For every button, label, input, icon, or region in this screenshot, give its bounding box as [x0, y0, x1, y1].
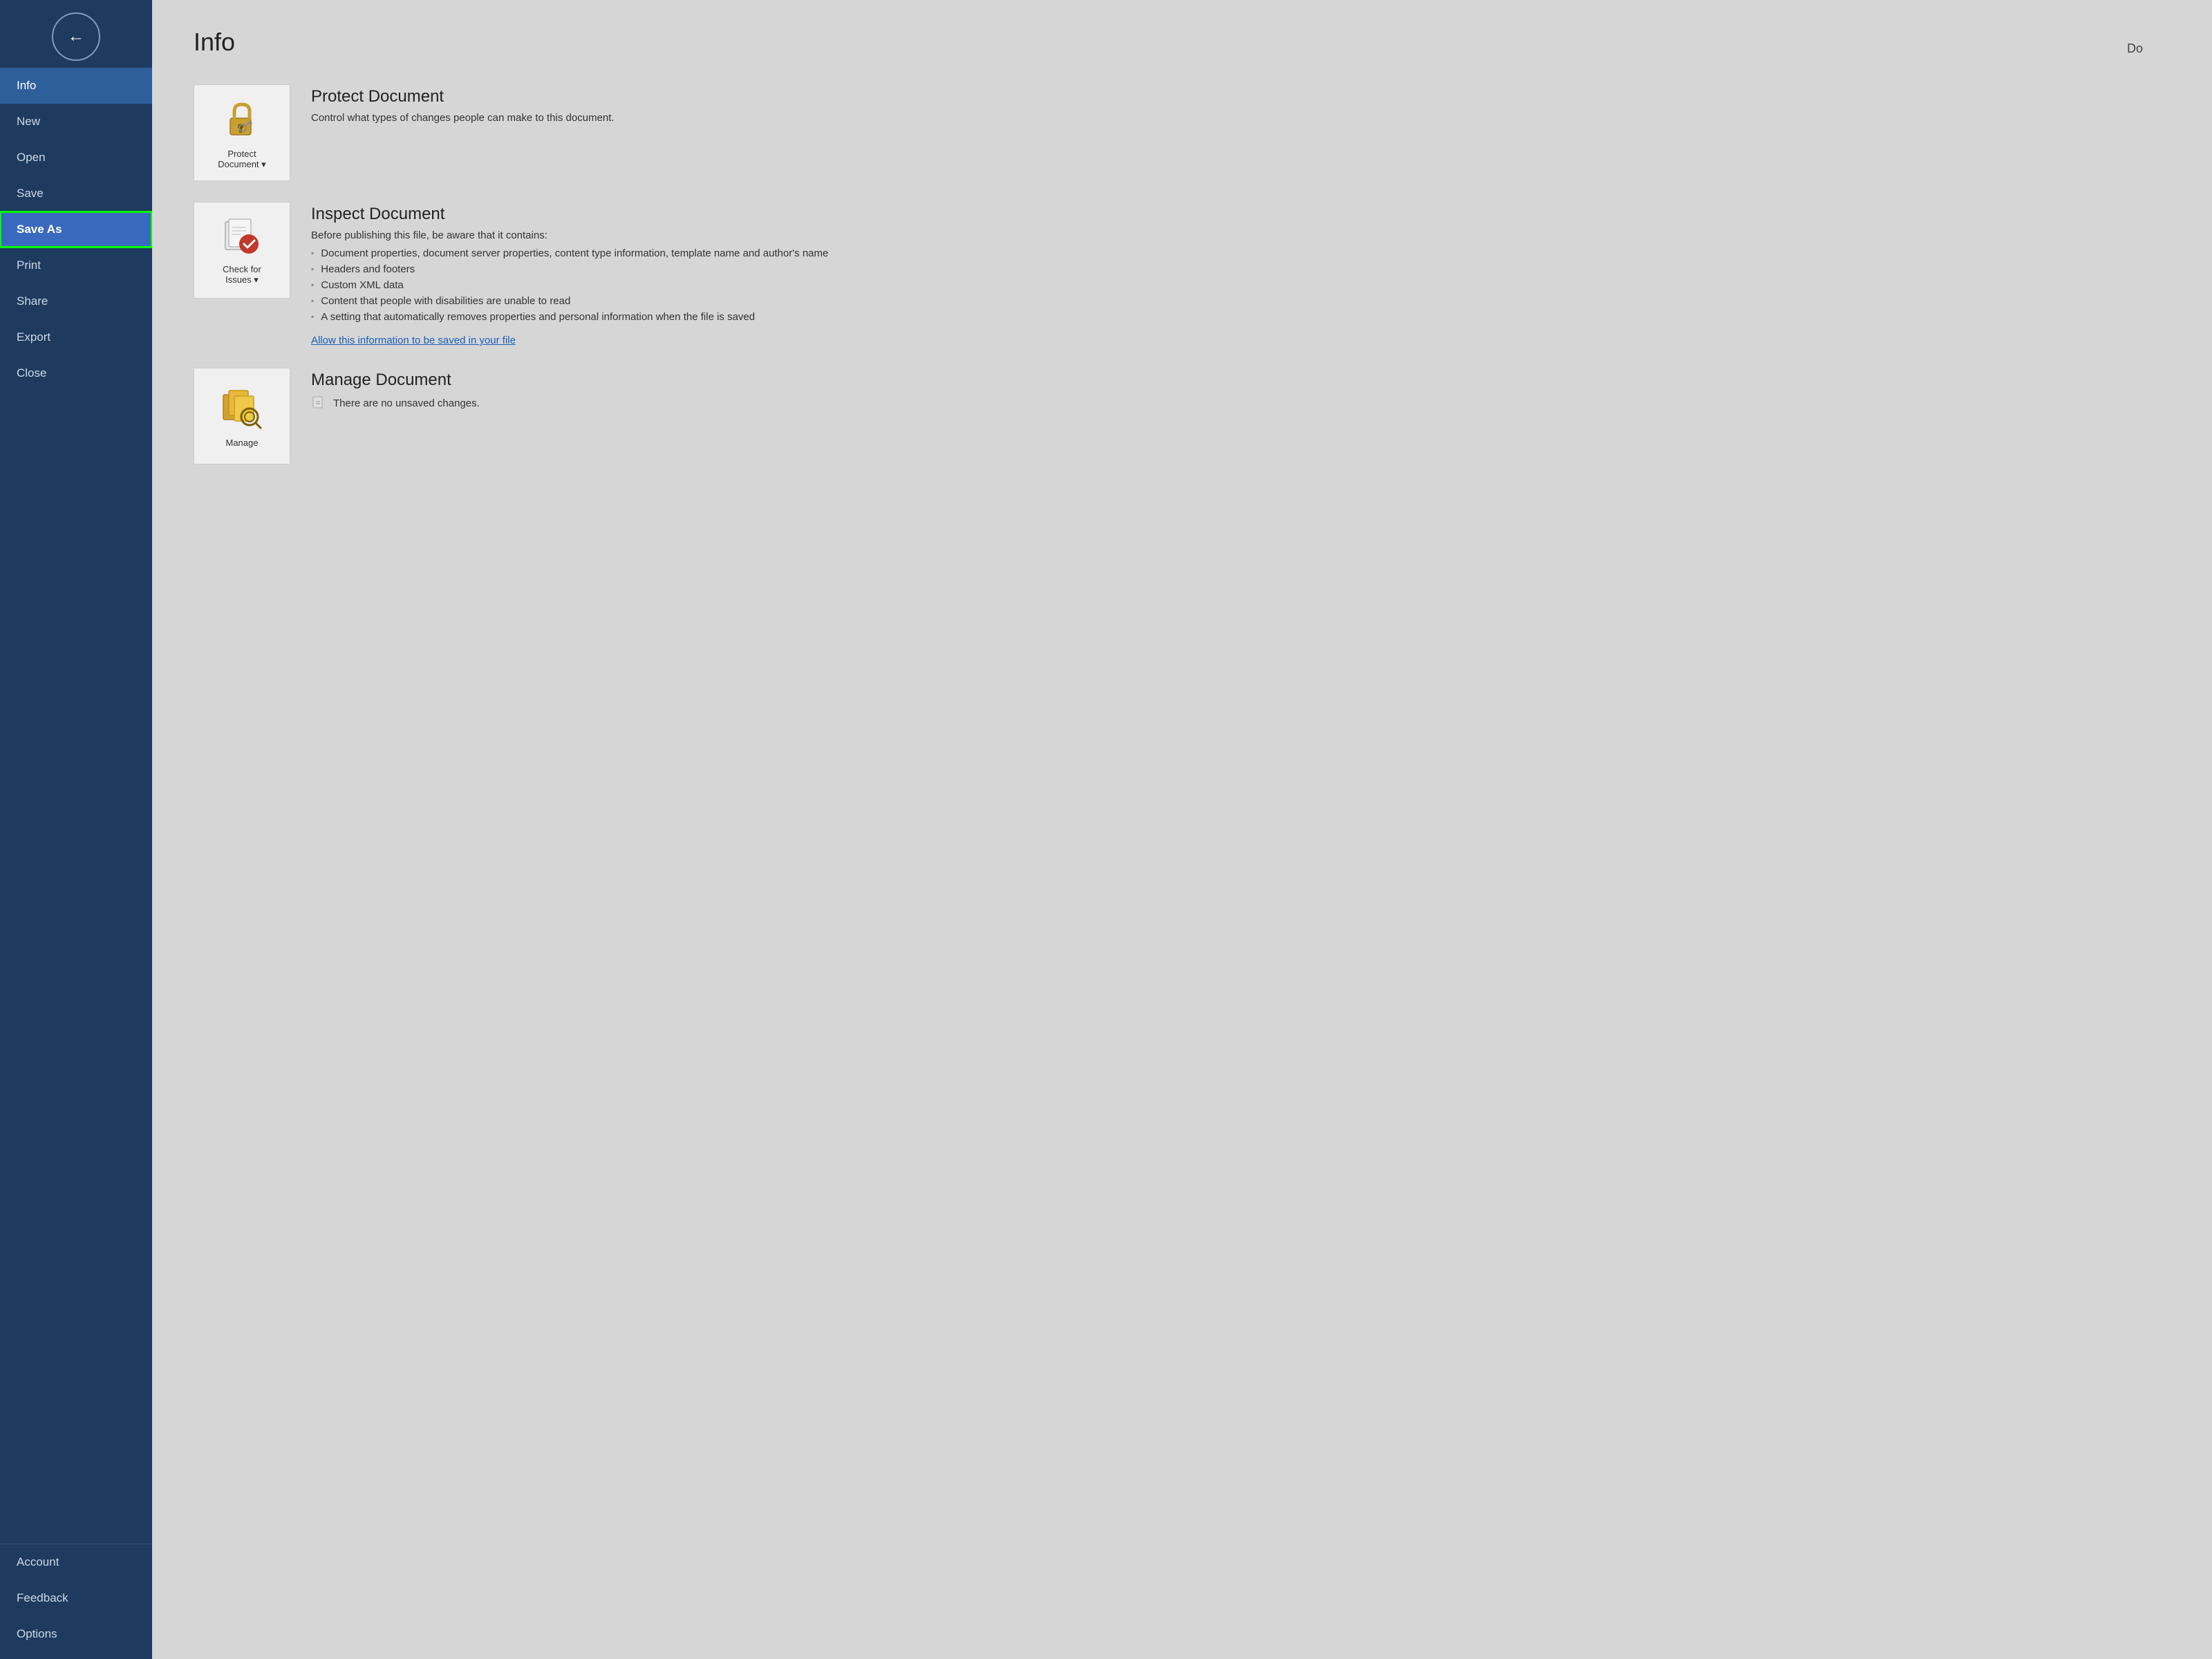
bullet-item-3: Custom XML data	[311, 277, 2171, 293]
sidebar-item-export[interactable]: Export	[0, 319, 152, 355]
sidebar-item-new[interactable]: New	[0, 104, 152, 140]
protect-document-label: ProtectDocument ▾	[218, 149, 265, 170]
check-issues-icon	[220, 215, 265, 260]
unsaved-text: There are no unsaved changes.	[333, 397, 480, 409]
manage-document-content: Manage Document There are no unsaved cha…	[311, 368, 2171, 411]
protect-document-card: ProtectDocument ▾ Protect Document Contr…	[194, 84, 2171, 181]
back-arrow-icon: ←	[68, 27, 84, 46]
allow-info-link[interactable]: Allow this information to be saved in yo…	[311, 335, 516, 346]
sidebar-item-feedback[interactable]: Feedback	[0, 1580, 152, 1616]
nav-items: Info New Open Save Save As Print Share E…	[0, 68, 152, 1659]
sidebar-item-close[interactable]: Close	[0, 355, 152, 391]
unsaved-status: There are no unsaved changes.	[311, 395, 2171, 411]
protect-document-title: Protect Document	[311, 87, 2171, 106]
no-unsaved-icon	[311, 395, 326, 411]
bullet-item-2: Headers and footers	[311, 261, 2171, 277]
inspect-document-desc: Before publishing this file, be aware th…	[311, 229, 2171, 241]
protect-document-content: Protect Document Control what types of c…	[311, 84, 2171, 128]
sidebar-item-options[interactable]: Options	[0, 1616, 152, 1652]
bullet-item-5: A setting that automatically removes pro…	[311, 309, 2171, 325]
protect-document-button[interactable]: ProtectDocument ▾	[194, 84, 290, 181]
sidebar-item-open[interactable]: Open	[0, 140, 152, 176]
check-for-issues-button[interactable]: Check forIssues ▾	[194, 202, 290, 299]
sidebar-item-info[interactable]: Info	[0, 68, 152, 104]
manage-label: Manage	[226, 438, 259, 448]
inspect-document-title: Inspect Document	[311, 205, 2171, 224]
inspect-document-content: Inspect Document Before publishing this …	[311, 202, 2171, 347]
page-title: Info	[194, 28, 2171, 57]
sidebar-item-print[interactable]: Print	[0, 247, 152, 283]
inspect-document-card: Check forIssues ▾ Inspect Document Befor…	[194, 202, 2171, 347]
check-for-issues-label: Check forIssues ▾	[223, 264, 261, 285]
bullet-item-4: Content that people with disabilities ar…	[311, 293, 2171, 309]
sidebar: ← Info New Open Save Save As Print Share…	[0, 0, 152, 1659]
manage-document-button[interactable]: Manage	[194, 368, 290, 465]
nav-bottom: Account Feedback Options	[0, 1544, 152, 1659]
manage-document-card: Manage Manage Document There are no unsa…	[194, 368, 2171, 465]
manage-icon	[218, 385, 266, 433]
bullet-item-1: Document properties, document server pro…	[311, 245, 2171, 261]
inspect-bullet-list: Document properties, document server pro…	[311, 245, 2171, 325]
sidebar-item-account[interactable]: Account	[0, 1544, 152, 1580]
back-button[interactable]: ←	[52, 12, 100, 61]
manage-document-title: Manage Document	[311, 371, 2171, 390]
sidebar-item-save[interactable]: Save	[0, 176, 152, 212]
lock-key-icon	[218, 96, 266, 144]
main-content: Do Info ProtectDocumen	[152, 0, 2212, 1659]
protect-document-desc: Control what types of changes people can…	[311, 112, 2171, 124]
sidebar-item-share[interactable]: Share	[0, 283, 152, 319]
doc-label: Do	[2127, 41, 2143, 56]
sidebar-item-save-as[interactable]: Save As	[0, 212, 152, 247]
